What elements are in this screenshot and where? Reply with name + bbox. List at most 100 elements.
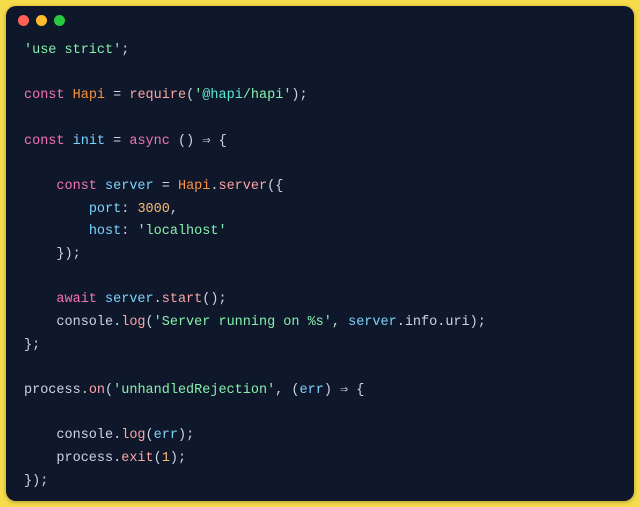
code-line: const init = async () ⇒ { — [24, 131, 616, 154]
code-line: }; — [24, 335, 616, 358]
code-token: ( — [186, 88, 194, 103]
code-line — [24, 108, 616, 131]
code-token: err — [300, 383, 324, 398]
code-token: host — [89, 224, 121, 239]
code-token: 'Server running on %s' — [154, 315, 332, 330]
code-token: ( — [291, 383, 299, 398]
code-token: ; — [40, 474, 48, 489]
code-token: 'use strict' — [24, 43, 121, 58]
code-token: const — [56, 179, 97, 194]
code-token — [24, 247, 56, 262]
code-token: ; — [121, 43, 129, 58]
code-token — [24, 292, 56, 307]
code-line — [24, 267, 616, 290]
code-line — [24, 63, 616, 86]
code-token — [24, 428, 56, 443]
code-token — [24, 224, 89, 239]
code-line: process.on('unhandledRejection', (err) ⇒… — [24, 380, 616, 403]
code-token: ; — [73, 247, 81, 262]
code-token: , — [332, 315, 340, 330]
code-line: process.exit(1); — [24, 448, 616, 471]
code-token: { — [275, 179, 283, 194]
code-line: const Hapi = require('@hapi/hapi'); — [24, 85, 616, 108]
code-token: = — [162, 179, 170, 194]
code-token — [332, 383, 340, 398]
minimize-icon[interactable] — [36, 15, 47, 26]
code-line: }); — [24, 471, 616, 494]
code-token: . — [81, 383, 89, 398]
code-line: const server = Hapi.server({ — [24, 176, 616, 199]
code-token: uri — [445, 315, 469, 330]
code-token — [210, 134, 218, 149]
code-token: ; — [478, 315, 486, 330]
code-token: /hapi' — [243, 88, 292, 103]
code-token: ; — [32, 338, 40, 353]
code-token: } — [24, 474, 32, 489]
code-line: console. log('Server running on %s', serv… — [24, 312, 616, 335]
code-token: log — [121, 428, 145, 443]
code-token: server — [218, 179, 267, 194]
code-token: const — [24, 88, 65, 103]
code-token: process — [56, 451, 113, 466]
code-line: }); — [24, 244, 616, 267]
code-token: exit — [121, 451, 153, 466]
code-token — [105, 134, 113, 149]
code-token: log — [121, 315, 145, 330]
code-token: 'unhandledRejection' — [113, 383, 275, 398]
code-token: ) — [65, 247, 73, 262]
code-line: 'use strict'; — [24, 40, 616, 63]
close-icon[interactable] — [18, 15, 29, 26]
code-token: Hapi — [73, 88, 105, 103]
code-token: ( — [178, 134, 186, 149]
code-token — [65, 88, 73, 103]
code-token: ; — [178, 451, 186, 466]
code-token: Hapi — [178, 179, 210, 194]
code-token: ) — [470, 315, 478, 330]
code-token: . — [397, 315, 405, 330]
code-token — [170, 179, 178, 194]
code-line: await server.start(); — [24, 289, 616, 312]
code-block: 'use strict'; const Hapi = require('@hap… — [6, 34, 634, 501]
code-line — [24, 357, 616, 380]
code-token — [24, 179, 56, 194]
code-token — [24, 202, 89, 217]
code-token: ( — [146, 315, 154, 330]
code-line: port: 3000, — [24, 199, 616, 222]
code-token: err — [154, 428, 178, 443]
code-token — [97, 292, 105, 307]
code-token: const — [24, 134, 65, 149]
maximize-icon[interactable] — [54, 15, 65, 26]
code-token: ) — [170, 451, 178, 466]
code-token: console — [56, 315, 113, 330]
code-token: console — [56, 428, 113, 443]
code-token: start — [162, 292, 203, 307]
code-token: ; — [218, 292, 226, 307]
code-token: init — [73, 134, 105, 149]
window-titlebar — [6, 6, 634, 34]
code-token: ) — [324, 383, 332, 398]
code-token: process — [24, 383, 81, 398]
code-token: } — [56, 247, 64, 262]
code-line — [24, 153, 616, 176]
code-line — [24, 403, 616, 426]
code-token — [170, 134, 178, 149]
code-token: port — [89, 202, 121, 217]
code-token: 1 — [162, 451, 170, 466]
code-token: server — [348, 315, 397, 330]
code-token: require — [129, 88, 186, 103]
code-token: on — [89, 383, 105, 398]
code-token — [154, 179, 162, 194]
code-token: , — [170, 202, 178, 217]
code-token: { — [356, 383, 364, 398]
code-token: ; — [300, 88, 308, 103]
code-token — [65, 134, 73, 149]
code-window: 'use strict'; const Hapi = require('@hap… — [6, 6, 634, 501]
code-line — [24, 493, 616, 501]
code-token: await — [56, 292, 97, 307]
code-line: host: 'localhost' — [24, 221, 616, 244]
code-token: ; — [186, 428, 194, 443]
code-token: @hapi — [202, 88, 243, 103]
code-token: . — [154, 292, 162, 307]
code-token: server — [105, 179, 154, 194]
code-token: ⇒ — [340, 383, 348, 398]
